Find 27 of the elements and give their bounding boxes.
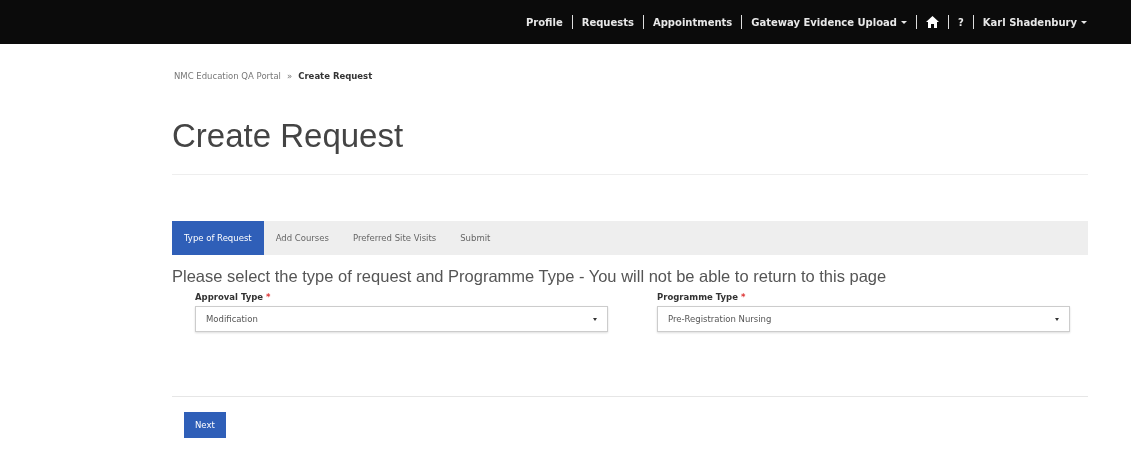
- page-title: Create Request: [172, 116, 405, 156]
- field-label: Programme Type: [657, 292, 738, 302]
- caret-icon: [901, 20, 907, 24]
- wizard-tab[interactable]: Type of Request: [172, 221, 264, 255]
- breadcrumb-current: Create Request: [298, 71, 373, 81]
- required-mark: *: [740, 292, 746, 302]
- nav-link[interactable]: Appointments: [652, 16, 733, 28]
- field-label: Approval Type: [195, 292, 264, 302]
- breadcrumb-link[interactable]: NMC Education QA Portal: [174, 71, 281, 81]
- select-field[interactable]: Modification: [195, 306, 608, 332]
- instruction-text: Please select the type of request and Programme Type - You will not be able to return to this page: [172, 267, 888, 286]
- required-mark: *: [266, 292, 271, 302]
- caret-icon: [1055, 317, 1059, 321]
- wizard-tab[interactable]: Add Courses: [263, 221, 341, 255]
- nav-link[interactable]: Profile: [525, 16, 563, 28]
- nav-dropdown[interactable]: Gateway Evidence Upload: [751, 16, 907, 28]
- nav-dropdown[interactable]: Karl Shadenbury: [982, 16, 1087, 28]
- caret-icon: [593, 317, 597, 321]
- wizard-tab[interactable]: Submit: [448, 221, 503, 255]
- select-field[interactable]: Pre-Registration Nursing: [657, 306, 1070, 332]
- next-button[interactable]: Next: [184, 412, 226, 438]
- home-icon[interactable]: [926, 16, 939, 28]
- caret-icon: [1081, 20, 1087, 24]
- nav-link[interactable]: Requests: [581, 16, 634, 28]
- breadcrumb-separator: »: [287, 71, 293, 81]
- wizard-tab[interactable]: Preferred Site Visits: [340, 221, 449, 255]
- nav-link[interactable]: ?: [958, 16, 964, 28]
